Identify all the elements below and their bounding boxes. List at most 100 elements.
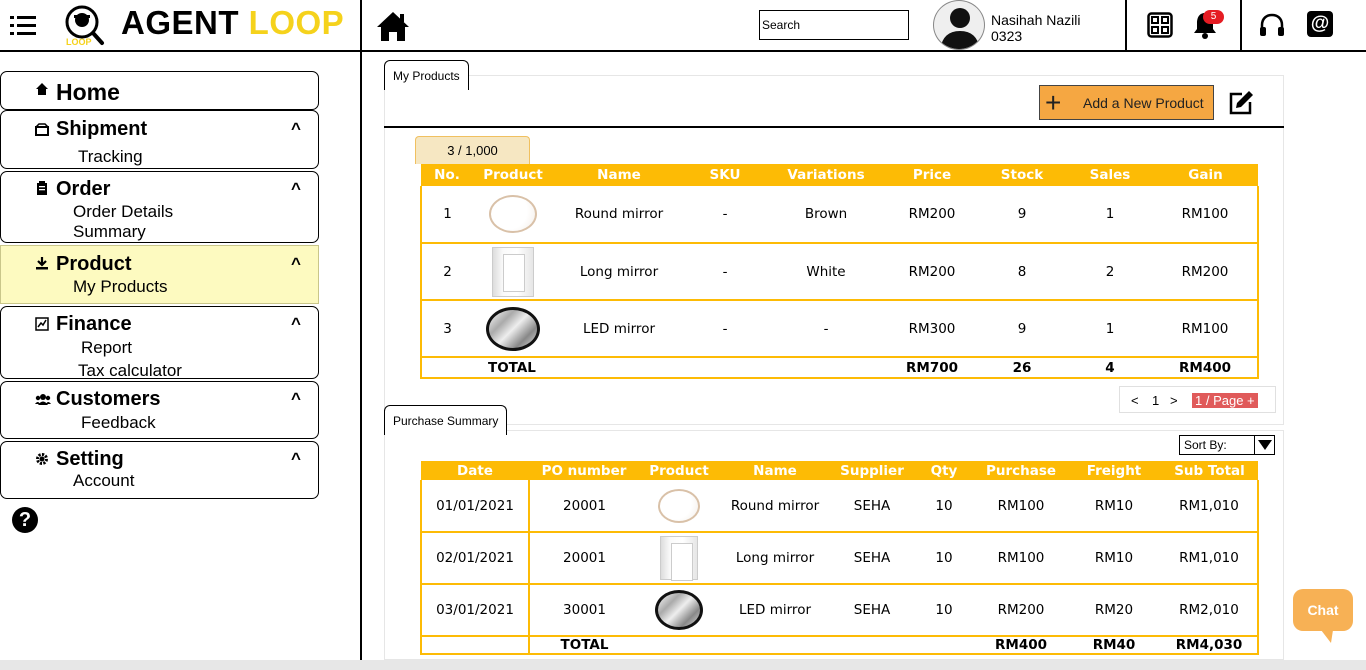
col-price[interactable]: Price [887, 164, 977, 186]
sidebar-sub-tax-calculator[interactable]: Tax calculator [78, 361, 182, 381]
top-bar: LOOP AGENT LOOP Nasihah Nazili 0323 5 @ [0, 0, 1366, 52]
apps-grid-icon[interactable] [1147, 12, 1173, 38]
customers-caret-icon[interactable]: ^ [291, 389, 301, 409]
round-mirror-image [658, 488, 700, 523]
table-row[interactable]: 03/01/2021 30001 LED mirror SEHA 10 RM20… [420, 584, 1259, 637]
customers-group-icon [35, 394, 51, 405]
cell-freight: RM10 [1067, 532, 1161, 585]
cell-sku: - [685, 243, 765, 301]
col-date[interactable]: Date [421, 461, 529, 480]
order-caret-icon[interactable]: ^ [291, 179, 301, 199]
sidebar-item-setting[interactable]: Setting ^ Account [0, 441, 319, 499]
total-sales: 4 [1067, 356, 1153, 379]
col-no[interactable]: No. [421, 164, 473, 186]
total-empty [420, 635, 530, 655]
tab-my-products[interactable]: My Products [384, 60, 469, 90]
cell-no: 1 [420, 186, 473, 244]
col-name[interactable]: Name [553, 164, 685, 186]
cell-stock: 8 [977, 243, 1067, 301]
col-name[interactable]: Name [719, 461, 831, 480]
col-sales[interactable]: Sales [1067, 164, 1153, 186]
col-product[interactable]: Product [473, 164, 553, 186]
sidebar-item-order[interactable]: Order ^ Order Details Summary [0, 171, 319, 243]
user-avatar[interactable] [933, 0, 985, 50]
col-gain[interactable]: Gain [1153, 164, 1258, 186]
table-row[interactable]: 01/01/2021 20001 Round mirror SEHA 10 RM… [420, 480, 1259, 533]
cell-product-image [639, 532, 719, 585]
clipboard-icon [37, 181, 47, 195]
sidebar-sub-account[interactable]: Account [73, 471, 134, 491]
hamburger-menu-icon[interactable] [10, 16, 36, 36]
sidebar-item-shipment[interactable]: Shipment ^ Tracking [0, 110, 319, 169]
col-po-number[interactable]: PO number [529, 461, 639, 480]
email-at-icon[interactable]: @ [1307, 11, 1333, 37]
add-new-product-button[interactable]: + Add a New Product [1039, 85, 1214, 120]
shipment-caret-icon[interactable]: ^ [291, 119, 301, 139]
headset-support-icon[interactable] [1258, 12, 1286, 40]
sidebar-sub-feedback[interactable]: Feedback [81, 413, 156, 433]
sidebar-sub-order-details[interactable]: Order Details [73, 202, 173, 222]
per-page-selector[interactable]: 1 / Page + [1192, 393, 1258, 408]
home-icon[interactable] [376, 10, 410, 42]
finance-caret-icon[interactable]: ^ [291, 314, 301, 334]
col-variations[interactable]: Variations [765, 164, 887, 186]
table-row[interactable]: 02/01/2021 20001 Long mirror SEHA 10 RM1… [420, 532, 1259, 585]
col-qty[interactable]: Qty [913, 461, 975, 480]
sidebar-order-label: Order [56, 178, 111, 200]
led-mirror-image [655, 590, 703, 630]
sidebar-item-home[interactable]: Home [0, 71, 319, 110]
sidebar-item-customers[interactable]: Customers ^ Feedback [0, 381, 319, 439]
chat-button[interactable]: Chat [1293, 589, 1353, 643]
table-row[interactable]: 3 LED mirror - - RM300 9 1 RM100 [420, 300, 1259, 358]
table-row[interactable]: 2 Long mirror - White RM200 8 2 RM200 [420, 243, 1259, 301]
cell-name: Long mirror [719, 532, 831, 585]
cell-name: LED mirror [719, 584, 831, 637]
col-supplier[interactable]: Supplier [831, 461, 913, 480]
sidebar-item-finance[interactable]: Finance ^ Report Tax calculator [0, 306, 319, 381]
cell-no: 3 [420, 300, 473, 358]
sidebar-shipment-label: Shipment [56, 118, 148, 140]
total-label: TOTAL [420, 356, 685, 379]
cell-qty: 10 [913, 584, 975, 637]
sidebar-sub-tracking[interactable]: Tracking [78, 147, 143, 167]
product-caret-icon[interactable]: ^ [291, 254, 301, 274]
cell-po: 20001 [529, 532, 639, 585]
table-row[interactable]: 1 Round mirror - Brown RM200 9 1 RM100 [420, 186, 1259, 244]
prev-page-button[interactable]: < [1131, 393, 1139, 408]
setting-caret-icon[interactable]: ^ [291, 449, 301, 469]
cell-stock: 9 [977, 300, 1067, 358]
cell-product-image [473, 243, 553, 301]
next-page-button[interactable]: > [1170, 393, 1178, 408]
col-sub-total[interactable]: Sub Total [1161, 461, 1258, 480]
total-freight: RM40 [1067, 635, 1161, 655]
cell-product-image [473, 300, 553, 358]
sidebar-divider [360, 52, 362, 670]
sidebar-item-product[interactable]: Product ^ My Products [0, 245, 319, 304]
dropdown-arrow-icon[interactable] [1254, 436, 1274, 454]
cell-name: Round mirror [553, 186, 685, 244]
page-number[interactable]: 1 [1152, 393, 1159, 408]
edit-pencil-icon[interactable] [1227, 89, 1255, 117]
total-empty [831, 635, 913, 655]
col-freight[interactable]: Freight [1067, 461, 1161, 480]
cell-sales: 1 [1067, 300, 1153, 358]
cell-product-image [639, 584, 719, 637]
total-price: RM700 [887, 356, 977, 379]
sort-by-dropdown[interactable]: Sort By: [1179, 435, 1275, 455]
sidebar-sub-my-products[interactable]: My Products [73, 277, 167, 297]
col-product[interactable]: Product [639, 461, 719, 480]
tab-purchase-summary[interactable]: Purchase Summary [384, 405, 508, 435]
col-stock[interactable]: Stock [977, 164, 1067, 186]
col-purchase[interactable]: Purchase [975, 461, 1067, 480]
header-divider-3 [1240, 0, 1242, 52]
pagination: < 1 > 1 / Page + [1119, 386, 1276, 413]
sidebar-customers-label: Customers [56, 388, 161, 410]
search-input[interactable] [759, 10, 909, 40]
total-label: TOTAL [529, 635, 639, 655]
sidebar-sub-report[interactable]: Report [81, 338, 132, 358]
total-row: TOTAL RM400 RM40 RM4,030 [420, 635, 1259, 655]
col-sku[interactable]: SKU [685, 164, 765, 186]
help-question-icon[interactable]: ? [12, 507, 38, 533]
cell-no: 2 [420, 243, 473, 301]
sidebar-sub-summary[interactable]: Summary [73, 222, 146, 242]
